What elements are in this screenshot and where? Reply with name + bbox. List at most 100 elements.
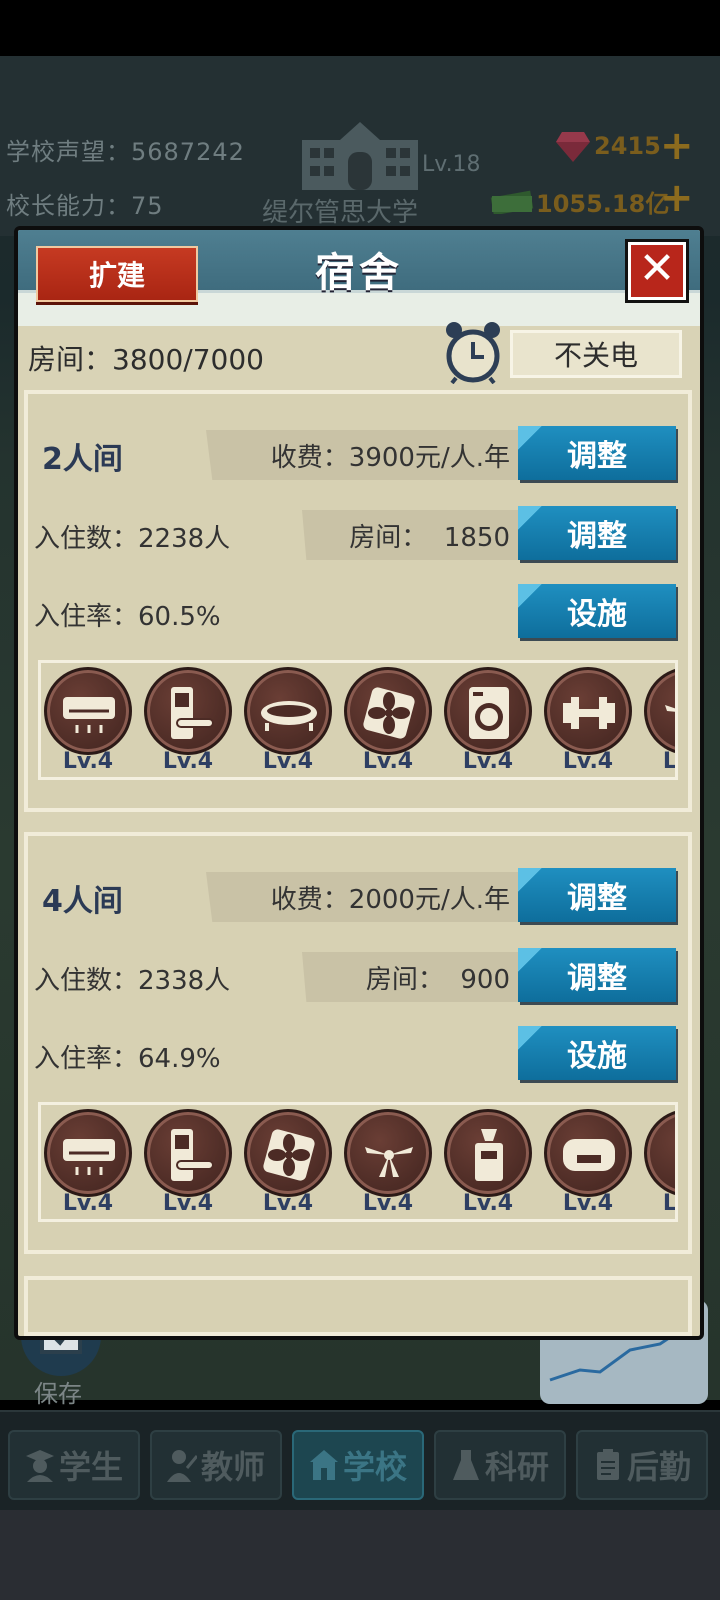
facilities-button[interactable]: 设施 — [518, 1026, 676, 1080]
exhaust-fan-icon — [363, 687, 415, 739]
ability-label: 校长能力： — [6, 192, 131, 220]
bottom-navigation: 学生 教师 学校 科研 后勤 — [0, 1410, 720, 1510]
nav-school[interactable]: 学校 — [292, 1430, 424, 1500]
facility-level: Lv.4 — [562, 749, 614, 774]
occupancy-label: 入住率：60.5% — [34, 602, 221, 632]
occupancy-label: 入住率：64.9% — [34, 1044, 221, 1074]
nav-logistics-label: 后勤 — [626, 1448, 691, 1486]
facility-level: Lv.4 — [462, 749, 514, 774]
gem-icon — [556, 132, 590, 162]
air-conditioner-icon — [63, 1139, 115, 1175]
facility-strip[interactable]: Lv.4 Lv.4 Lv.4 Lv.4 Lv.4 Lv.4 L — [38, 660, 678, 780]
facility-item[interactable]: Lv.4 — [43, 667, 135, 777]
facility-item[interactable]: Lv.4 — [443, 667, 535, 777]
facilities-button[interactable]: 设施 — [518, 584, 676, 638]
adjust-rooms-label: 调整 — [567, 961, 627, 996]
door-lock-icon — [171, 1129, 214, 1181]
dialog-title: 宿舍 — [315, 250, 403, 296]
facility-item[interactable]: Lv.4 — [43, 1109, 135, 1219]
facilities-label: 设施 — [567, 1039, 627, 1074]
facility-level: Lv.4 — [462, 1191, 514, 1216]
facility-level: Lv.4 — [262, 1191, 314, 1216]
adjust-fee-label: 调整 — [567, 439, 627, 474]
adjust-fee-button[interactable]: 调整 — [518, 426, 676, 480]
facility-item[interactable]: Lv.4 — [643, 1109, 678, 1219]
facility-level: Lv.4 — [662, 1191, 677, 1216]
ceiling-fan-icon — [665, 705, 675, 712]
nav-teachers-label: 教师 — [200, 1448, 265, 1486]
facility-item[interactable]: Lv.4 — [343, 1109, 435, 1219]
school-level: Lv.18 — [422, 152, 481, 177]
adjust-fee-button[interactable]: 调整 — [518, 868, 676, 922]
add-money-button[interactable]: + — [660, 178, 694, 218]
nav-teachers[interactable]: 教师 — [150, 1430, 282, 1500]
teacher-icon — [166, 1450, 197, 1482]
room-type-title: 4人间 — [42, 884, 123, 919]
ability-stat: 校长能力：75 — [6, 186, 164, 221]
reputation-stat: 学校声望：5687242 — [6, 132, 245, 167]
facility-level: Lv.4 — [262, 749, 314, 774]
adjust-fee-label: 调整 — [567, 881, 627, 916]
dumbbell-icon — [563, 697, 615, 729]
facility-level: Lv.4 — [362, 749, 414, 774]
rooms-banner: 房间： 1850 — [302, 510, 520, 560]
dispenser-icon — [659, 1125, 678, 1185]
fee-banner: 收费：3900元/人.年 — [206, 430, 520, 480]
facility-level: Lv.4 — [662, 749, 677, 774]
total-rooms: 房间：3800/7000 — [28, 343, 264, 376]
facility-item[interactable]: Lv.4 — [243, 667, 335, 777]
close-button[interactable]: ✕ — [628, 242, 686, 300]
system-navigation-bar — [0, 1510, 720, 1600]
facility-item[interactable]: Lv.4 — [343, 667, 435, 777]
school-name: 缇尔管思大学 — [262, 198, 419, 228]
clock-icon[interactable] — [444, 320, 502, 384]
facility-level: Lv.4 — [62, 749, 114, 774]
facility-strip[interactable]: Lv.4 Lv.4 Lv.4 Lv.4 Lv.4 Lv.4 L — [38, 1102, 678, 1222]
money-icon — [490, 190, 534, 214]
exhaust-fan-icon — [263, 1129, 315, 1181]
add-gems-button[interactable]: + — [660, 126, 694, 166]
facility-level: Lv.4 — [562, 1191, 614, 1216]
facility-item[interactable]: Lv.4 — [443, 1109, 535, 1219]
bed-icon — [261, 701, 317, 731]
facility-item[interactable]: Lv.4 — [143, 1109, 235, 1219]
facility-item[interactable]: Lv.4 — [543, 1109, 635, 1219]
rooms-banner: 房间： 900 — [302, 952, 520, 1002]
nav-students[interactable]: 学生 — [8, 1430, 140, 1500]
facility-item[interactable]: Lv.4 — [643, 667, 677, 777]
gem-count: 2415 — [594, 132, 661, 160]
facilities-label: 设施 — [567, 597, 627, 632]
facility-level: Lv.4 — [162, 1191, 214, 1216]
fee-banner: 收费：2000元/人.年 — [206, 872, 520, 922]
residents-label: 入住数：2238人 — [34, 524, 231, 554]
reputation-value: 5687242 — [131, 138, 245, 166]
facility-item[interactable]: Lv.4 — [543, 667, 635, 777]
facility-item[interactable]: Lv.4 — [243, 1109, 335, 1219]
status-bar — [0, 0, 720, 56]
research-icon — [452, 1450, 479, 1480]
room-type-title: 2人间 — [42, 442, 123, 477]
room-card-partial — [24, 1276, 692, 1336]
fee-label: 收费：2000元/人.年 — [270, 884, 510, 915]
fee-label: 收费：3900元/人.年 — [270, 442, 510, 473]
adjust-rooms-button[interactable]: 调整 — [518, 948, 676, 1002]
nav-students-label: 学生 — [58, 1448, 123, 1486]
money-count: 1055.18亿 — [536, 190, 670, 218]
water-heater-icon — [563, 1139, 615, 1171]
room-card-2p: 2人间 收费：3900元/人.年 调整 入住数：2238人 房间： 1850 调… — [24, 390, 692, 812]
adjust-rooms-button[interactable]: 调整 — [518, 506, 676, 560]
rooms-label: 房间： 900 — [365, 964, 510, 995]
close-icon: ✕ — [638, 243, 676, 294]
adjust-rooms-label: 调整 — [567, 519, 627, 554]
power-setting-button[interactable]: 不关电 — [510, 330, 682, 378]
ceiling-fan-icon — [365, 1147, 413, 1177]
nav-school-label: 学校 — [342, 1448, 407, 1486]
air-conditioner-icon — [63, 697, 115, 733]
school-building-icon[interactable] — [300, 118, 420, 190]
nav-logistics[interactable]: 后勤 — [576, 1430, 708, 1500]
residents-label: 入住数：2338人 — [34, 966, 231, 996]
room-card-4p: 4人间 收费：2000元/人.年 调整 入住数：2338人 房间： 900 调整… — [24, 832, 692, 1254]
dormitory-dialog: 扩建 宿舍 ✕ 房间：3800/7000 不关电 2人间 收费：3900元/人.… — [14, 226, 704, 1340]
nav-research[interactable]: 科研 — [434, 1430, 566, 1500]
facility-item[interactable]: Lv.4 — [143, 667, 235, 777]
